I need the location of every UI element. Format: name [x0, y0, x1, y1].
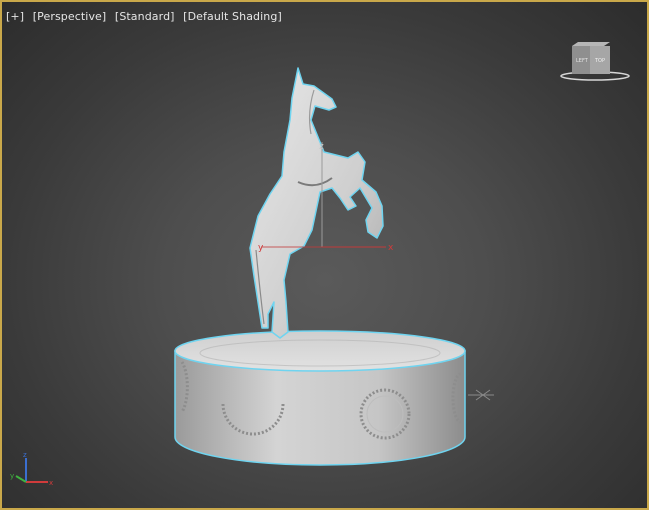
gizmo-y-label: y — [258, 243, 264, 253]
perspective-viewport[interactable]: x y z [+] [Perspective] [Standard] [Defa… — [0, 0, 649, 510]
gizmo-x-label: x — [388, 243, 394, 253]
world-axis-tripod: z x y — [10, 451, 53, 487]
tripod-y-label: y — [10, 472, 14, 480]
viewport-shading-mode-menu[interactable]: [Standard] — [115, 10, 175, 23]
tripod-z-label: z — [23, 451, 27, 459]
gizmo-z-label: z — [319, 142, 324, 152]
viewcube-top-label: TOP — [594, 58, 605, 64]
helper-object[interactable] — [468, 389, 494, 401]
viewport-general-menu[interactable]: [+] — [6, 10, 24, 23]
tripod-x-label: x — [49, 479, 53, 487]
viewport-shading-menu[interactable]: [Default Shading] — [183, 10, 282, 23]
viewport-label-menu: [+] [Perspective] [Standard] [Default Sh… — [6, 10, 287, 23]
viewcube[interactable]: LEFT TOP — [558, 40, 632, 82]
viewport-scene[interactable]: x y z — [2, 2, 647, 508]
viewport-view-menu[interactable]: [Perspective] — [33, 10, 107, 23]
tripod-y-axis — [15, 475, 27, 483]
pedestal-model[interactable] — [174, 330, 466, 466]
viewcube-top-edge[interactable] — [572, 42, 610, 46]
horse-model[interactable] — [249, 67, 384, 339]
viewcube-left-label: LEFT — [576, 58, 589, 64]
